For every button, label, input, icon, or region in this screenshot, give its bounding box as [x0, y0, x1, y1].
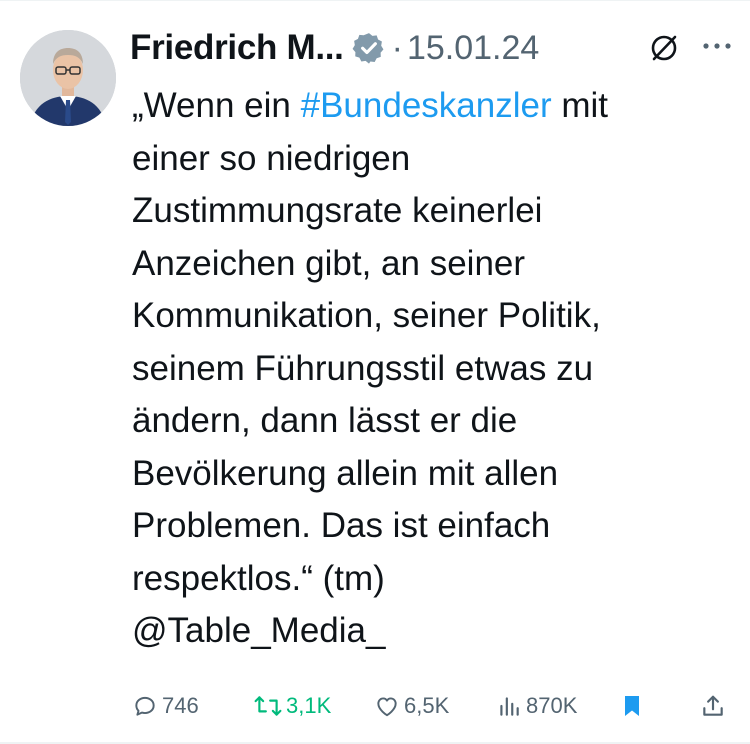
like-count: 6,5K: [404, 693, 450, 718]
tweet-text-segment: mit: [551, 86, 608, 125]
tweet-header: Friedrich M... · 15.01.24: [130, 22, 730, 74]
avatar-image: [20, 30, 116, 126]
tweet-line: seinem Führungsstil etwas zu: [132, 348, 594, 388]
views-icon: [500, 697, 519, 716]
views-count: 870K: [526, 693, 578, 718]
tweet-line: „Wenn ein #Bundeskanzler mit: [132, 80, 732, 133]
tweet-line: Zustimmungsrate keinerlei: [132, 191, 543, 230]
header-separator: ·: [391, 28, 403, 67]
more-dots-icon[interactable]: [700, 36, 734, 56]
tweet-text-segment: „Wenn ein: [132, 86, 301, 125]
tweet-line: respektlos.“ (tm): [132, 558, 385, 598]
tweet-text: „Wenn ein #Bundeskanzler mit einer so ni…: [132, 80, 732, 658]
verified-badge-icon[interactable]: [352, 31, 386, 65]
grok-slash-icon[interactable]: [648, 32, 680, 64]
reply-button[interactable]: 746: [132, 686, 199, 726]
share-button[interactable]: [700, 686, 730, 726]
reply-count: 746: [162, 693, 199, 718]
tweet-date[interactable]: 15.01.24: [407, 29, 539, 68]
reply-icon: [135, 696, 155, 716]
retweet-count: 3,1K: [286, 693, 332, 718]
mention-link[interactable]: @Table_Media_: [132, 605, 732, 658]
hashtag-link[interactable]: #Bundeskanzler: [301, 86, 552, 125]
retweet-button[interactable]: 3,1K: [254, 686, 331, 726]
action-bar: 746 3,1K 6,5K 870K: [0, 686, 750, 726]
tweet-line: Kommunikation, seiner Politik,: [132, 296, 601, 335]
heart-icon: [377, 697, 397, 717]
author-name[interactable]: Friedrich M...: [130, 28, 344, 68]
tweet-line: Problemen. Das ist einfach: [132, 506, 551, 545]
share-icon: [703, 695, 723, 716]
tweet-line: Bevölkerung allein mit allen: [132, 453, 559, 493]
tweet-line: Anzeichen gibt, an seiner: [132, 243, 526, 283]
views-button[interactable]: 870K: [496, 686, 577, 726]
bookmark-button[interactable]: [620, 686, 648, 726]
avatar[interactable]: [20, 30, 116, 126]
tweet-line: ändern, dann lässt er die: [132, 401, 518, 440]
tweet-line: einer so niedrigen: [132, 138, 411, 178]
bookmark-icon: [625, 696, 639, 716]
retweet-icon: [254, 696, 282, 716]
like-button[interactable]: 6,5K: [374, 686, 449, 726]
top-divider: [0, 0, 750, 1]
